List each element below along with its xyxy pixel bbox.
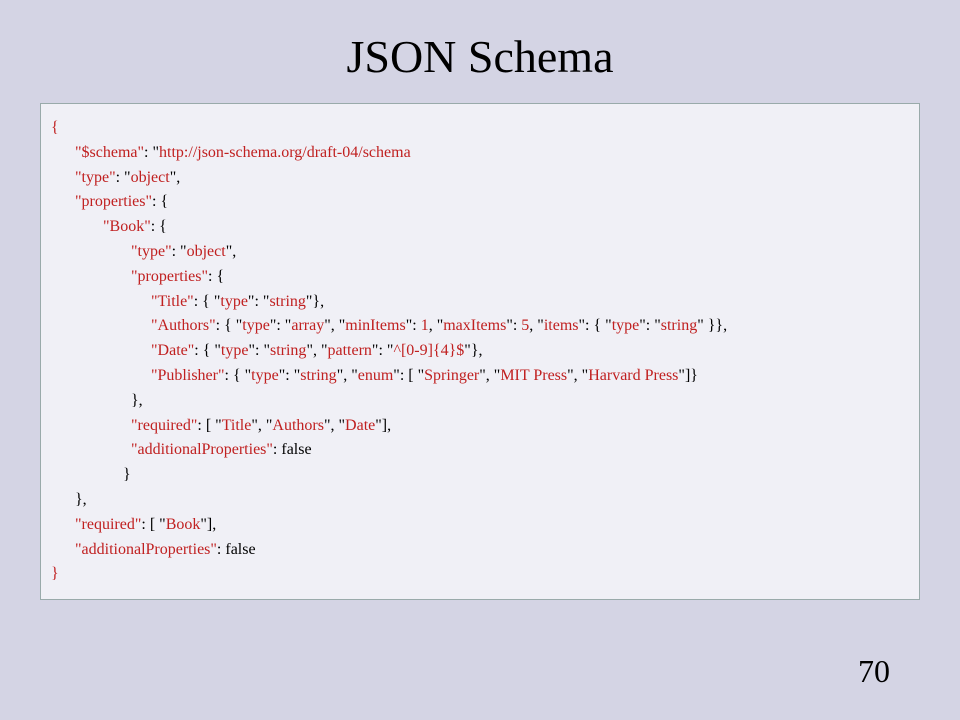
code-line: "Title": { "type": "string"},: [51, 290, 909, 315]
slide: JSON Schema { "$schema": "http://json-sc…: [0, 0, 960, 720]
code-line: }: [51, 562, 909, 587]
code-line: "additionalProperties": false: [51, 438, 909, 463]
code-line: "additionalProperties": false: [51, 538, 909, 563]
code-line: "required": [ "Title", "Authors", "Date"…: [51, 414, 909, 439]
code-line: "Publisher": { "type": "string", "enum":…: [51, 364, 909, 389]
code-line: {: [51, 116, 909, 141]
code-line: "type": "object",: [51, 240, 909, 265]
slide-title: JSON Schema: [40, 30, 920, 83]
code-line: "Date": { "type": "string", "pattern": "…: [51, 339, 909, 364]
code-box: { "$schema": "http://json-schema.org/dra…: [40, 103, 920, 600]
code-line: "properties": {: [51, 190, 909, 215]
code-line: "required": [ "Book"],: [51, 513, 909, 538]
code-line: }: [51, 463, 909, 488]
page-number: 70: [858, 653, 890, 690]
code-line: "Book": {: [51, 215, 909, 240]
code-line: "properties": {: [51, 265, 909, 290]
code-line: "Authors": { "type": "array", "minItems"…: [51, 314, 909, 339]
code-line: "type": "object",: [51, 166, 909, 191]
code-line: },: [51, 488, 909, 513]
code-line: },: [51, 389, 909, 414]
code-line: "$schema": "http://json-schema.org/draft…: [51, 141, 909, 166]
